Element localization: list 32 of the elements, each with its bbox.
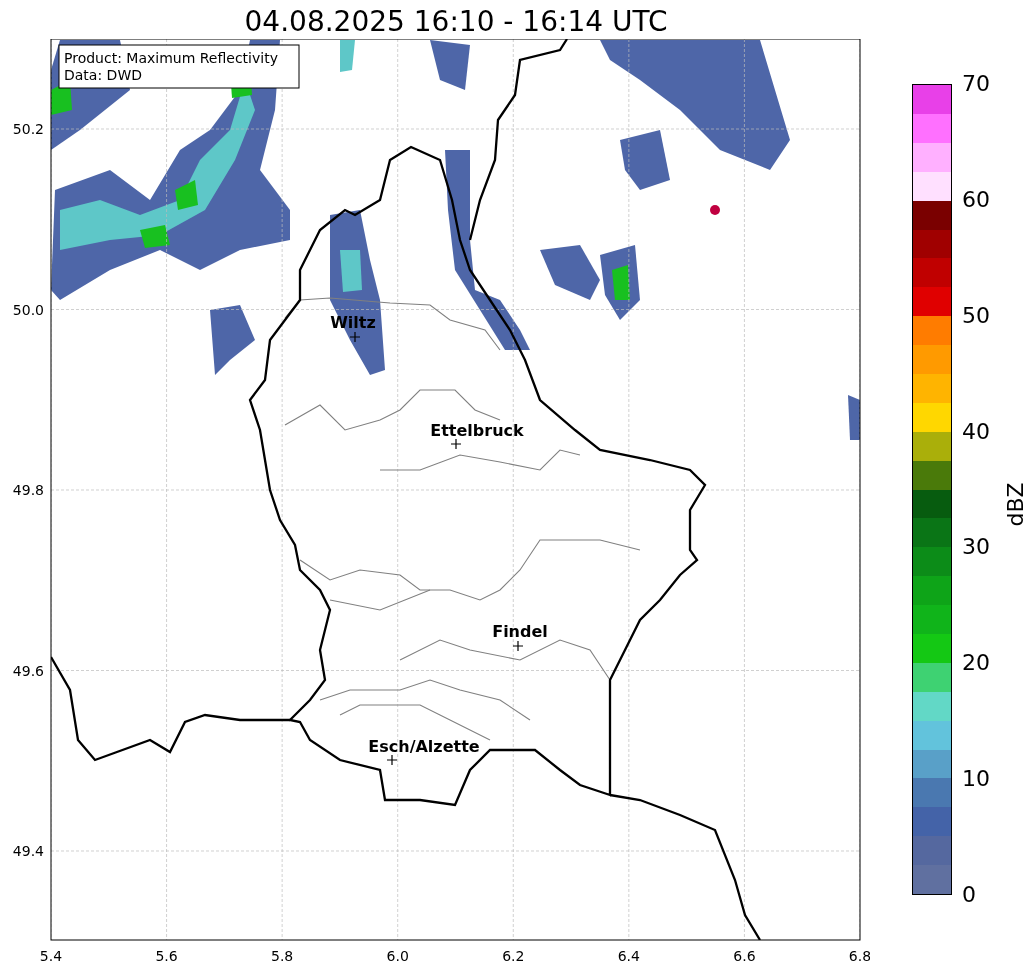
scale-label: dBZ xyxy=(1002,481,1028,527)
y-tick-label: 49.8 xyxy=(12,482,44,498)
y-tick-label: 50.2 xyxy=(12,121,44,137)
y-tick-label: 49.4 xyxy=(12,843,44,859)
x-tick-label: 6.0 xyxy=(386,948,409,964)
scale-tick-label: 40 xyxy=(962,418,990,445)
x-tick-label: 5.6 xyxy=(155,948,178,964)
x-tick-label: 6.4 xyxy=(617,948,640,964)
y-tick-label: 49.6 xyxy=(12,662,44,679)
scale-tick-label: 0 xyxy=(962,881,977,908)
scale-tick-label: 70 xyxy=(962,71,990,97)
city-marker-icon xyxy=(450,438,462,450)
scale-tick-label: 10 xyxy=(962,766,990,793)
chart-title: 04.08.2025 16:10 - 16:14 UTC xyxy=(244,5,668,39)
y-tick-label: 50.0 xyxy=(12,301,44,318)
city-marker-icon xyxy=(512,640,524,652)
city-label: Esch/Alzette xyxy=(368,737,480,756)
legend-text: Product: Maximum Reflectivity xyxy=(64,50,278,66)
city-marker-icon xyxy=(386,754,398,766)
scale-tick-label: 30 xyxy=(962,534,990,561)
scale-tick-label: 50 xyxy=(962,302,990,329)
city-marker-icon xyxy=(349,331,361,343)
city-label: Findel xyxy=(492,622,548,641)
legend-text: Data: DWD xyxy=(64,67,142,83)
x-tick-label: 6.6 xyxy=(733,948,756,964)
city-label: Ettelbruck xyxy=(430,421,524,440)
x-tick-label: 6.8 xyxy=(848,948,870,964)
x-tick-label: 5.4 xyxy=(39,948,63,964)
x-tick-label: 5.8 xyxy=(271,948,294,964)
scale-tick-label: 20 xyxy=(962,650,990,677)
scale-tick-label: 60 xyxy=(962,186,990,213)
x-tick-label: 6.2 xyxy=(502,948,525,964)
